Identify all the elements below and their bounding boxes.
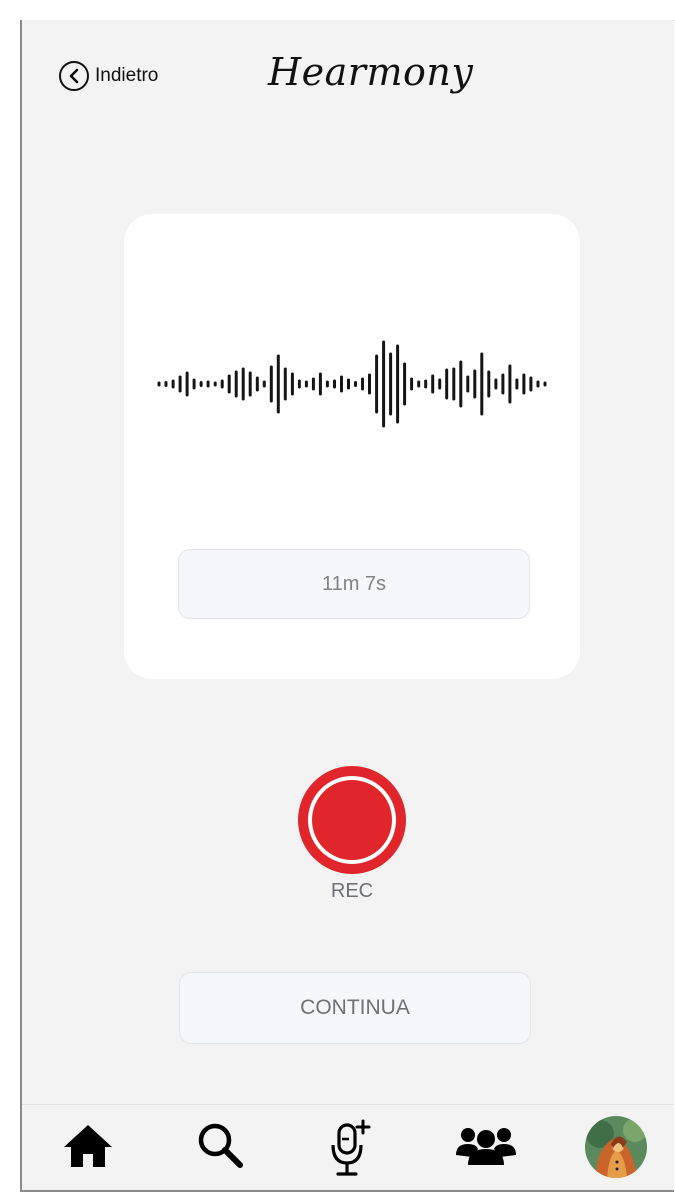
recording-card: 11m 7s [124,214,580,679]
tab-search[interactable] [194,1119,246,1176]
app-screen: Indietro Hearmony 11m 7s REC CONTINUA [20,20,674,1192]
search-icon [198,1123,243,1168]
waveform-icon [157,340,547,428]
group-icon [456,1128,516,1165]
record-button[interactable] [298,766,406,874]
home-icon [64,1125,112,1167]
tab-community[interactable] [454,1119,518,1176]
record-label: REC [330,880,374,902]
recording-duration: 11m 7s [178,549,530,619]
tab-record[interactable] [328,1119,374,1184]
continue-button[interactable]: CONTINUA [179,972,531,1044]
mic-plus-icon [331,1119,371,1176]
tab-home[interactable] [60,1119,116,1176]
app-logo: Hearmony [268,50,474,94]
bottom-tab-bar [22,1104,674,1190]
chevron-left-icon [59,61,89,91]
avatar [585,1116,647,1178]
back-label: Indietro [95,65,159,86]
record-ring [308,776,396,864]
back-button[interactable]: Indietro [59,61,158,91]
profile-avatar[interactable] [585,1116,647,1178]
